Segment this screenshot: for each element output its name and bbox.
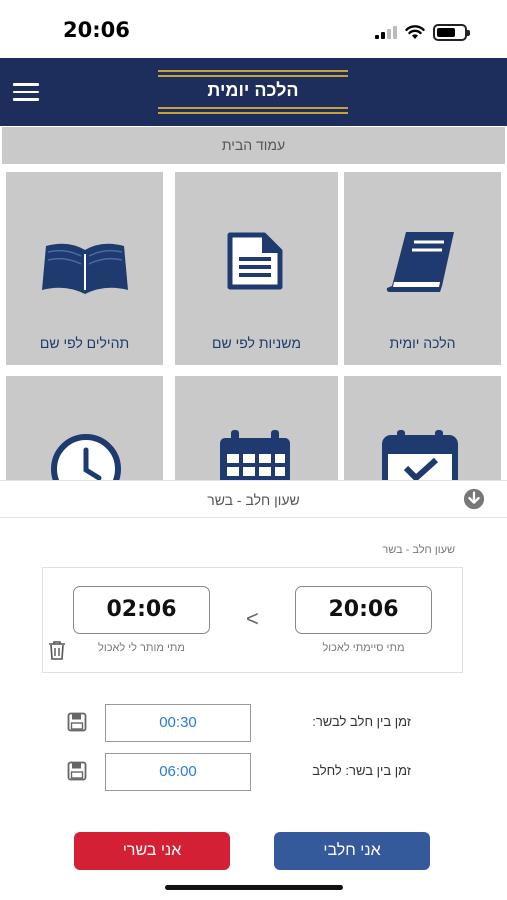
- times-panel: 20:06 מתי סיימתי לאכול < 02:06 מתי מותר …: [42, 567, 463, 673]
- book-icon: [386, 232, 454, 292]
- tile-calendar[interactable]: [175, 376, 338, 480]
- gold-divider: [158, 70, 348, 72]
- gold-divider: [158, 112, 348, 114]
- clock-icon: [51, 434, 121, 480]
- tile-label: משניות לפי שם: [212, 335, 301, 351]
- gold-divider: [158, 107, 348, 109]
- allowed-eating-time: 02:06: [73, 586, 210, 634]
- header-title-box: הלכה יומית: [158, 70, 348, 114]
- trash-icon[interactable]: [48, 640, 66, 660]
- tile-daily-halacha[interactable]: הלכה יומית: [344, 172, 501, 365]
- save-icon[interactable]: [67, 761, 87, 781]
- tile-tehillim-by-name[interactable]: תהילים לפי שם: [6, 172, 163, 365]
- finished-eating-caption: מתי סיימתי לאכול: [322, 642, 405, 654]
- arrow-down-circle-icon[interactable]: [462, 488, 486, 510]
- calendar-check-icon: [382, 430, 458, 480]
- finished-eating-time[interactable]: 20:06: [295, 586, 432, 634]
- tile-clock[interactable]: [6, 376, 163, 480]
- page-title: הלכה יומית: [207, 80, 299, 100]
- dairy-to-meat-label: זמן בין חלב לבשר:: [312, 714, 411, 729]
- i-am-meaty-button[interactable]: אני בשרי: [74, 832, 230, 870]
- tile-label: הלכה יומית: [389, 335, 456, 351]
- save-icon[interactable]: [67, 712, 87, 732]
- tile-label: תהילים לפי שם: [39, 335, 130, 351]
- sheet-header: שעון חלב - בשר: [0, 480, 507, 518]
- tile-calendar-check[interactable]: [344, 376, 501, 480]
- status-bar: 20:06: [0, 0, 507, 58]
- document-icon: [227, 232, 283, 290]
- allowed-eating-caption: מתי מותר לי לאכול: [98, 642, 185, 654]
- meat-to-dairy-label: זמן בין בשר: לחלב: [312, 763, 411, 778]
- app-header: הלכה יומית: [0, 58, 507, 126]
- hamburger-menu-icon[interactable]: [13, 83, 39, 101]
- i-am-dairy-button[interactable]: אני חלבי: [274, 832, 430, 870]
- home-page-strip[interactable]: עמוד הבית: [2, 127, 505, 164]
- status-time: 20:06: [63, 18, 130, 42]
- tile-mishnayot-by-name[interactable]: משניות לפי שם: [175, 172, 338, 365]
- arrow-glyph: <: [246, 606, 259, 631]
- gold-divider: [158, 75, 348, 77]
- cellular-signal-icon: [375, 25, 397, 39]
- open-book-icon: [42, 243, 128, 294]
- battery-icon: [433, 23, 470, 41]
- wifi-icon: [405, 24, 425, 39]
- status-icons: [375, 22, 470, 42]
- dairy-to-meat-input[interactable]: 00:30: [105, 704, 251, 742]
- calendar-icon: [220, 430, 290, 480]
- home-indicator[interactable]: [165, 885, 343, 890]
- meat-to-dairy-input[interactable]: 06:00: [105, 753, 251, 791]
- section-label: שעון חלב - בשר: [382, 544, 455, 556]
